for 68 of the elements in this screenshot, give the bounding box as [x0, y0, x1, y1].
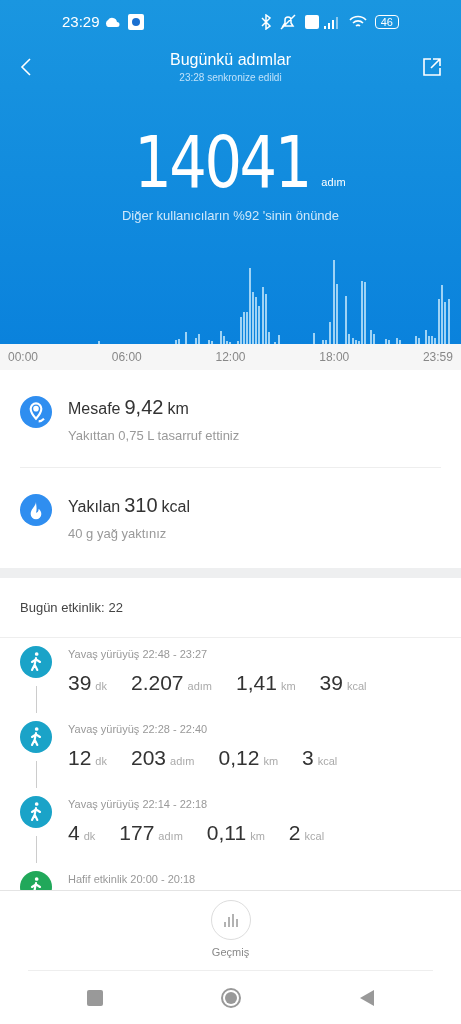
stat-unit: km	[263, 753, 279, 769]
stat-unit: km	[250, 828, 265, 844]
activity-title: Yavaş yürüyüş 22:48 - 23:27	[68, 647, 209, 662]
activity-title: Yavaş yürüyüş 22:28 - 22:40	[68, 722, 209, 737]
page-title: Bugünkü adımlar	[170, 49, 291, 70]
location-pin-icon	[20, 395, 52, 428]
summary-unit: kcal	[161, 497, 190, 517]
activity-title: Hafif etkinlik 20:00 - 20:18	[68, 872, 196, 887]
activity-count: 22	[108, 598, 124, 617]
stat-unit: kcal	[304, 828, 325, 844]
stat-value: 12	[68, 744, 92, 771]
step-count: 14041	[134, 122, 310, 202]
activity-count-label: Bugün etkinlik:	[20, 598, 105, 617]
stat-value: 177	[119, 819, 155, 846]
stat-value: 39	[319, 669, 343, 696]
recents-button[interactable]	[87, 989, 104, 1006]
stat-unit: dk	[83, 828, 96, 844]
summary-label: Mesafe	[68, 398, 121, 419]
walking-person-icon	[20, 721, 52, 753]
share-icon	[423, 58, 441, 76]
stat-value: 4	[68, 819, 80, 846]
stat-value: 203	[131, 744, 167, 771]
comparison-text: Diğer kullanıcıların %92 'sinin önünde	[121, 207, 340, 225]
stat-value: 39	[68, 669, 92, 696]
signal-icon	[322, 15, 341, 29]
sync-subtitle: 23:28 senkronize edildi	[179, 70, 282, 85]
axis-label: 06:00	[111, 348, 142, 366]
flame-icon	[20, 494, 52, 526]
back-nav-icon[interactable]	[359, 989, 374, 1006]
walking-person-icon	[20, 646, 52, 678]
stat-value: 0,11	[206, 819, 247, 846]
activity-title: Yavaş yürüyüş 22:14 - 22:18	[68, 797, 209, 812]
stat-value: 2.207	[131, 669, 184, 696]
summary-value: 9,42	[124, 394, 164, 420]
history-label: Geçmiş	[211, 945, 250, 961]
muted-bell-icon	[278, 14, 297, 30]
stat-unit: km	[280, 678, 296, 694]
summary-note: 40 g yağ yaktınız	[68, 525, 168, 543]
stat-unit: dk	[95, 678, 107, 694]
cloud-icon	[103, 17, 120, 27]
step-unit: adım	[321, 174, 346, 190]
summary-unit: km	[167, 398, 189, 419]
summary-label: Yakılan	[68, 497, 121, 517]
stat-value: 2	[288, 819, 301, 846]
stat-unit: kcal	[317, 753, 338, 769]
stat-unit: kcal	[346, 678, 367, 694]
stat-unit: dk	[95, 753, 107, 769]
wifi-icon	[348, 15, 367, 29]
stat-value: 3	[302, 744, 314, 771]
axis-label: 18:00	[319, 348, 350, 366]
axis-label: 23:59	[422, 348, 453, 366]
stat-unit: adım	[158, 828, 183, 844]
back-icon	[20, 57, 32, 77]
stat-unit: adım	[187, 678, 212, 694]
status-time: 23:29	[62, 11, 100, 32]
battery-indicator: 46	[374, 15, 399, 29]
bar-chart-icon	[222, 913, 239, 928]
walking-person-icon	[20, 796, 52, 828]
bluetooth-icon	[260, 14, 271, 30]
app-notification-icon	[127, 14, 144, 30]
home-button[interactable]	[221, 987, 242, 1008]
axis-label: 12:00	[215, 348, 246, 366]
stat-unit: adım	[170, 753, 195, 769]
axis-label: 00:00	[8, 348, 39, 366]
summary-note: Yakıttan 0,75 L tasarruf ettiniz	[68, 426, 240, 445]
stat-value: 1,41	[236, 669, 277, 696]
summary-value: 310	[124, 493, 158, 518]
stat-value: 0,12	[218, 744, 260, 771]
